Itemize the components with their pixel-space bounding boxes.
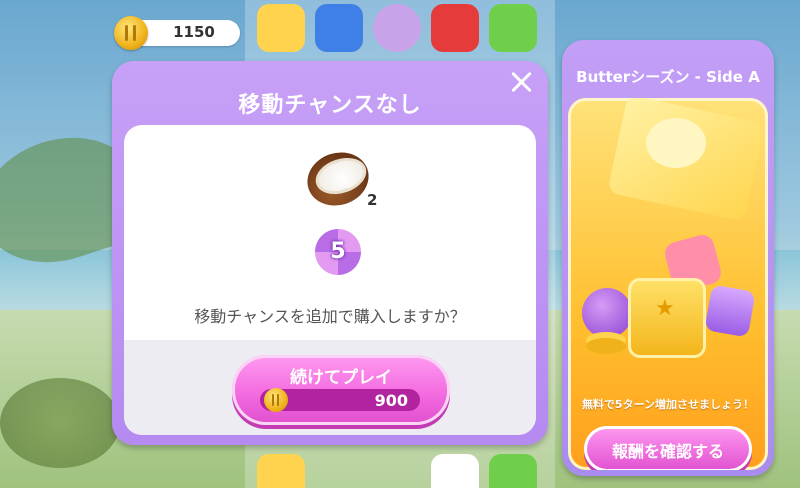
flower-tile: [257, 454, 305, 488]
purchase-question: 移動チャンスを追加で購入しますか？: [194, 307, 466, 326]
event-body: ★ 無料で5ターン増加させましょう！ 報酬を確認する: [568, 98, 768, 470]
flower-tile: [431, 454, 479, 488]
coin-icon: [264, 388, 288, 412]
dialog-title: 移動チャンスなし: [238, 93, 422, 118]
event-title: Butterシーズン - Side A: [576, 68, 760, 86]
price-bar: 900: [260, 388, 420, 412]
dialog-panel: 2 5 移動チャンスを追加で購入しますか？ 続けてプレイ 900: [124, 125, 536, 435]
coin-icon: [114, 16, 148, 50]
leaf-tile: [489, 4, 537, 52]
flower-tile: [257, 4, 305, 52]
leaf-tile: [489, 454, 537, 488]
strawberry-tile: [431, 4, 479, 52]
whale-icon: [646, 118, 706, 168]
coconut-icon: 2: [300, 144, 377, 214]
extra-moves-icon: 5: [315, 229, 361, 275]
coin-amount: 1150: [173, 23, 215, 41]
berry-tile: [315, 4, 363, 52]
gold-box-icon: ★: [628, 278, 706, 358]
no-moves-dialog: 移動チャンスなし 2 5 移動チャンスを追加で購入しますか？ 続けてプレイ 90…: [112, 61, 548, 445]
coconut-quantity: 2: [367, 191, 378, 209]
extra-moves-count: 5: [330, 239, 346, 264]
bts-tile: [373, 4, 421, 52]
bush: [0, 378, 120, 468]
event-description: 無料で5ターン増加させましょう！: [581, 398, 755, 411]
check-reward-label: 報酬を確認する: [611, 442, 724, 461]
coin-stack-icon: [586, 338, 626, 354]
continue-play-button[interactable]: 続けてプレイ 900: [232, 355, 450, 425]
check-reward-button[interactable]: 報酬を確認する: [584, 426, 752, 470]
event-card: Butterシーズン - Side A ★ 無料で5ターン増加させましょう！ 報…: [562, 40, 774, 476]
purple-box-icon: [704, 284, 756, 338]
continue-play-label: 続けてプレイ: [290, 368, 392, 388]
price-amount: 900: [374, 391, 408, 410]
coin-counter: 1150: [114, 16, 240, 50]
close-icon[interactable]: [508, 69, 534, 95]
purple-whale-icon: [582, 288, 632, 338]
